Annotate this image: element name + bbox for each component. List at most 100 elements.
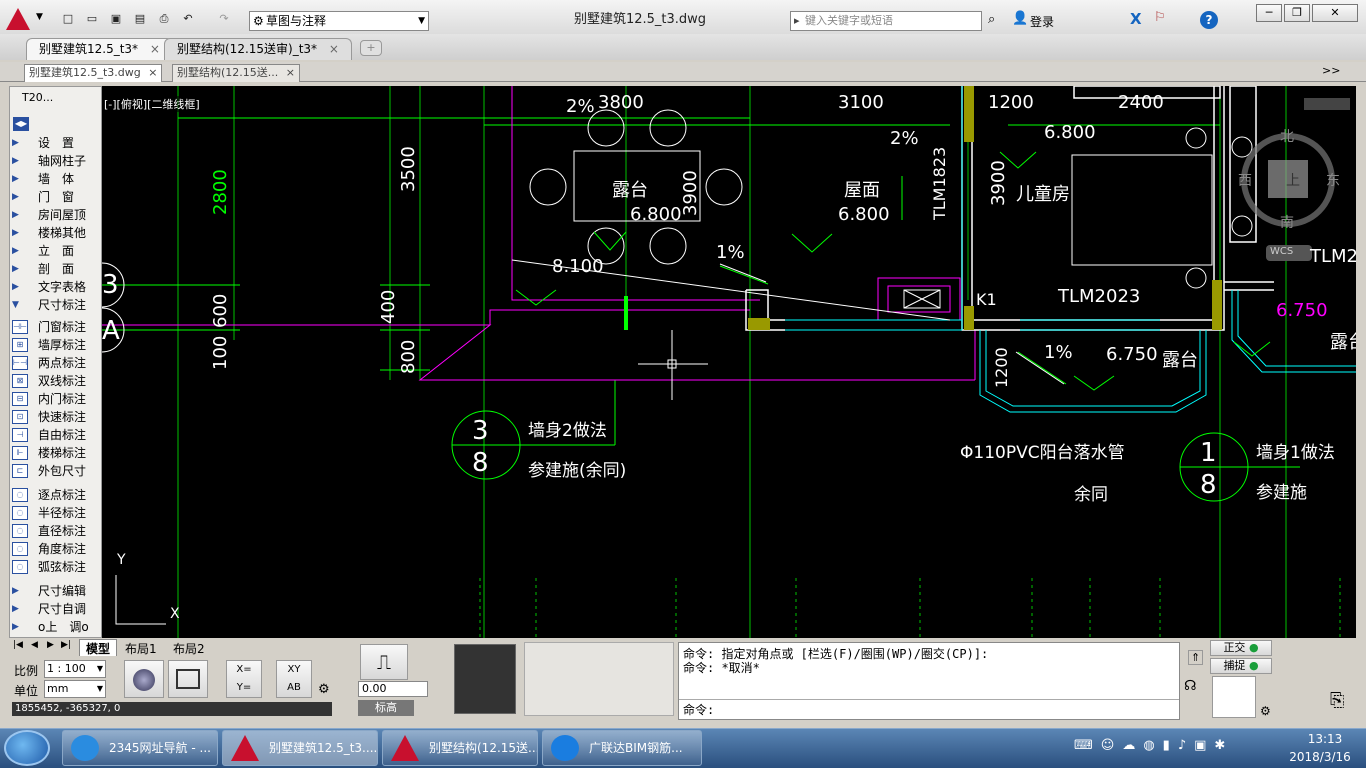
palette-tool[interactable]: ▶ 尺寸编辑 (12, 582, 96, 600)
taskbar-item-autocad-1[interactable]: 别墅建筑12.5_t3.... (222, 730, 378, 766)
exchange-icon[interactable]: ⚐ (1154, 10, 1166, 25)
undo-icon[interactable]: ↶ (180, 12, 196, 26)
tab-nav-next-icon[interactable]: ▶ (47, 640, 54, 650)
palette-tool[interactable]: ⊞ 墙厚标注 (12, 336, 96, 354)
dim-text: 6.750 (1276, 300, 1328, 321)
menu-arrow-icon[interactable]: ▼ (36, 12, 43, 22)
start-button[interactable] (4, 730, 50, 766)
close-icon[interactable]: × (329, 42, 339, 56)
category-label: 尺寸标注 (38, 298, 87, 312)
tab-nav-prev-icon[interactable]: ◀ (31, 640, 38, 650)
door-button[interactable]: ⎍ (360, 644, 408, 680)
palette-tool[interactable]: ◌ 逐点标注 (12, 486, 96, 504)
tab-nav-last-icon[interactable]: ▶| (61, 640, 71, 650)
palette-tool[interactable]: ⊢⊣ 两点标注 (12, 354, 96, 372)
palette-tool[interactable]: ⊣⊢ 门窗标注 (12, 318, 96, 336)
palette-tool[interactable]: ◌ 弧弦标注 (12, 558, 96, 576)
palette-tool[interactable]: ⊣ 自由标注 (12, 426, 96, 444)
doc-tab-building[interactable]: 别墅建筑12.5_t3* × (26, 38, 173, 60)
tab-layout2[interactable]: 布局2 (169, 640, 209, 657)
doc-tab-structure[interactable]: 别墅结构(12.15送审)_t3* × (164, 38, 352, 60)
vertical-scrollbar[interactable] (1356, 86, 1366, 638)
style-preview[interactable] (454, 644, 516, 714)
unit-select[interactable]: mm ▼ (44, 680, 106, 698)
palette-tool[interactable]: ◌ 半径标注 (12, 504, 96, 522)
gear-icon[interactable]: ⚙ (318, 682, 330, 697)
print-icon[interactable]: ⎙ (156, 12, 172, 26)
callout-text: 墙身2做法 (528, 421, 607, 441)
binoculars-icon[interactable]: ⌕ (988, 12, 995, 27)
snap-modes-grid[interactable] (1212, 676, 1256, 718)
close-icon[interactable]: × (150, 42, 160, 56)
palette-category[interactable]: ▶ 墙 体 (12, 170, 96, 188)
workspace-select[interactable]: ⚙ 草图与注释 ▼ (249, 11, 429, 31)
drawing-canvas[interactable]: 2800 600 100 3500 400 800 2% 3800 3100 2% 1200 2400… (102, 86, 1356, 638)
open-icon[interactable]: ▭ (84, 12, 100, 26)
user-icon[interactable]: 👤 (1012, 11, 1028, 26)
palette-category[interactable]: ▶ 轴网柱子 (12, 152, 96, 170)
taskbar-item-autocad-2[interactable]: 别墅结构(12.15送... (382, 730, 538, 766)
elev-input[interactable]: 0.00 (358, 681, 428, 697)
command-window[interactable]: 命令: 指定对角点或 [栏选(F)/圈围(WP)/圈交(CP)]: 命令: *取… (678, 642, 1180, 720)
saveas-icon[interactable]: ▤ (132, 12, 148, 26)
clock-date[interactable]: 2018/3/16 (1280, 750, 1360, 764)
file-tab-building[interactable]: 别墅建筑12.5_t3.dwg × (24, 64, 163, 82)
palette-tool[interactable]: ⊩ 楼梯标注 (12, 444, 96, 462)
glodon-icon (551, 735, 579, 761)
palette-tool[interactable]: ⊠ 双线标注 (12, 372, 96, 390)
clock-time[interactable]: 13:13 (1290, 732, 1360, 746)
palette-category[interactable]: ▶ 门 窗 (12, 188, 96, 206)
palette-category[interactable]: ▶ 文字表格 (12, 278, 96, 296)
viewport-label[interactable]: [-][俯视][二维线框] (104, 96, 200, 112)
palette-tool[interactable]: ⊡ 快速标注 (12, 408, 96, 426)
fan-icon[interactable]: ☊ (1184, 678, 1196, 694)
tab-nav-first-icon[interactable]: |◀ (13, 640, 23, 650)
palette-tool[interactable]: ⊏ 外包尺寸 (12, 462, 96, 480)
palette-tool[interactable]: ◌ 直径标注 (12, 522, 96, 540)
palette-tool[interactable]: ▶ o上 调o (12, 618, 96, 636)
palette-category[interactable]: ▼ 尺寸标注 (12, 296, 96, 314)
new-tab-button[interactable]: + (360, 40, 382, 56)
scale-select[interactable]: 1 : 100 ▼ (44, 660, 106, 678)
globe-button[interactable] (124, 660, 164, 698)
close-icon[interactable]: × (286, 66, 295, 79)
command-input[interactable]: 命令: (679, 699, 1179, 719)
callout-number: 8 (472, 448, 489, 478)
close-button[interactable]: ✕ (1312, 4, 1358, 22)
palette-category[interactable]: ▶ 剖 面 (12, 260, 96, 278)
x-icon[interactable]: X (1130, 10, 1142, 28)
clipboard-icon[interactable]: ⎘ (1330, 690, 1344, 711)
palette-tool[interactable]: ▶ 尺寸自调 (12, 600, 96, 618)
file-tab-structure[interactable]: 别墅结构(12.15送... × (172, 64, 300, 82)
minimize-button[interactable]: ─ (1256, 4, 1282, 22)
new-icon[interactable]: □ (60, 12, 76, 26)
tool-label: 两点标注 (38, 356, 87, 370)
xy-button[interactable]: X= Y= (226, 660, 262, 698)
palette-category[interactable]: ▶ 房间屋顶 (12, 206, 96, 224)
search-input[interactable]: ▸ 键入关键字或短语 (790, 11, 982, 31)
login-link[interactable]: 登录 (1030, 13, 1054, 30)
gear-icon[interactable]: ⚙ (1260, 704, 1271, 718)
screen-button[interactable] (168, 660, 208, 698)
dimension-tool-icon: ⊣⊢ (12, 320, 28, 334)
taskbar-item-glodon[interactable]: 广联达BIM钢筋... (542, 730, 702, 766)
palette-tool[interactable]: ◌ 角度标注 (12, 540, 96, 558)
more-tabs-button[interactable]: >> (1322, 64, 1340, 77)
palette-category[interactable]: ▶ 设 置 (12, 134, 96, 152)
expand-icon[interactable]: ⇑ (1188, 650, 1204, 665)
autocad-logo-icon[interactable] (6, 8, 30, 30)
palette-tool[interactable]: ⊟ 内门标注 (12, 390, 96, 408)
xy-toggle-button[interactable]: XY AB (276, 660, 312, 698)
help-icon[interactable]: ? (1200, 11, 1218, 29)
redo-icon[interactable]: ↷ (216, 12, 232, 26)
snap-toggle[interactable]: 捕捉 ● (1210, 658, 1272, 674)
palette-category[interactable]: ▶ 楼梯其他 (12, 224, 96, 242)
restore-button[interactable]: ❐ (1284, 4, 1310, 22)
palette-toggle-icon[interactable]: ◀▶ (13, 117, 29, 131)
taskbar-item-browser[interactable]: 2345网址导航 - ... (62, 730, 218, 766)
close-icon[interactable]: × (148, 66, 157, 79)
palette-category[interactable]: ▶ 立 面 (12, 242, 96, 260)
ortho-toggle[interactable]: 正交 ● (1210, 640, 1272, 656)
save-icon[interactable]: ▣ (108, 12, 124, 26)
tab-layout1[interactable]: 布局1 (121, 640, 161, 657)
